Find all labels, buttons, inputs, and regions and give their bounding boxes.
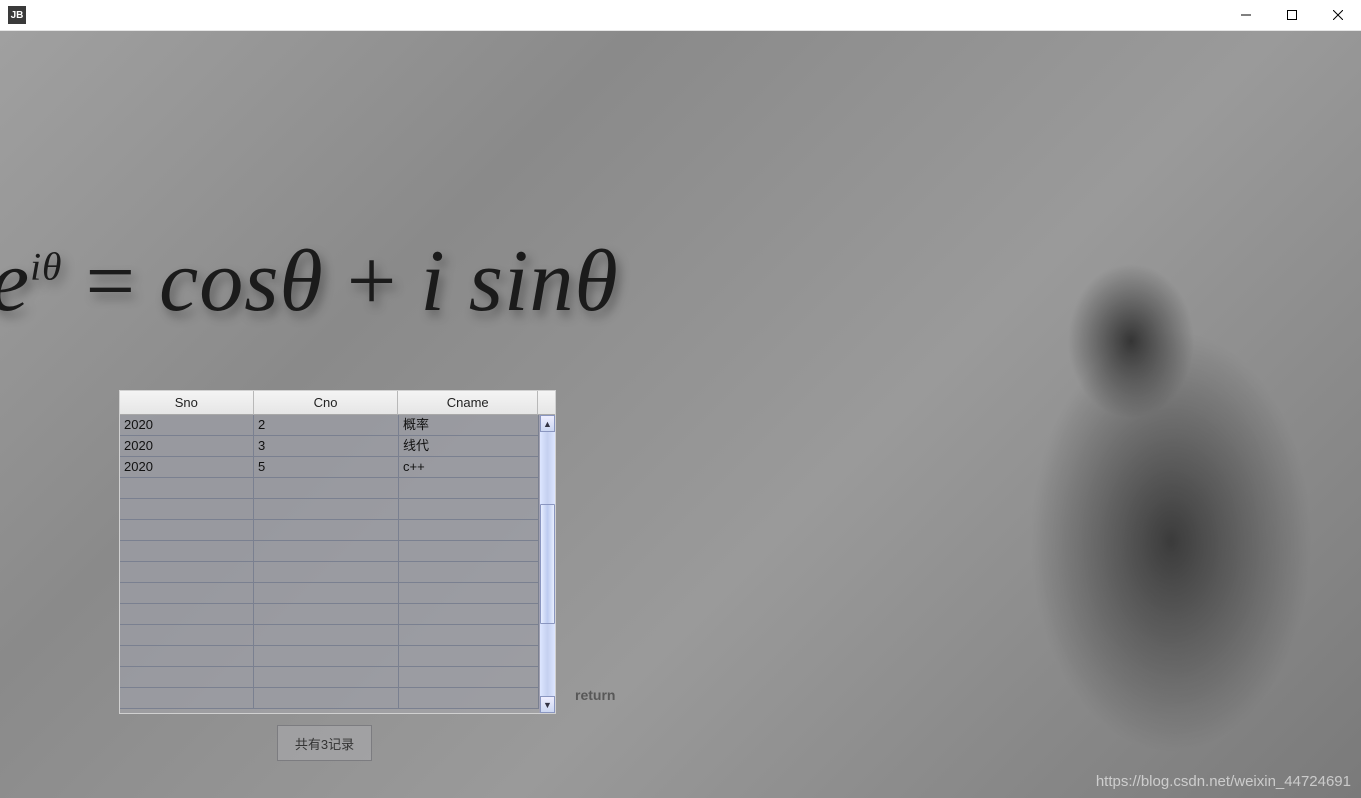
vertical-scrollbar[interactable]: ▲ ▼ [539, 415, 555, 713]
cell-cno[interactable] [254, 688, 399, 708]
table-row[interactable] [120, 667, 539, 688]
titlebar: JB [0, 0, 1361, 31]
table-row[interactable] [120, 688, 539, 709]
window-controls [1223, 0, 1361, 30]
cell-cno[interactable] [254, 562, 399, 582]
cell-cname[interactable]: 线代 [399, 436, 539, 456]
scroll-track[interactable] [540, 432, 555, 696]
cell-sno[interactable] [120, 667, 254, 687]
background-portrait [911, 61, 1361, 798]
cell-sno[interactable] [120, 520, 254, 540]
table-header-row: Sno Cno Cname [120, 391, 555, 415]
cell-cname[interactable] [399, 562, 539, 582]
content-area: eiθ = cosθ + i sinθ Sno Cno Cname 20202概… [0, 31, 1361, 798]
cell-cname[interactable] [399, 478, 539, 498]
minimize-button[interactable] [1223, 0, 1269, 30]
cell-sno[interactable] [120, 583, 254, 603]
cell-sno[interactable] [120, 604, 254, 624]
cell-cno[interactable]: 5 [254, 457, 399, 477]
cell-cname[interactable] [399, 541, 539, 561]
cell-cname[interactable] [399, 604, 539, 624]
cell-cno[interactable] [254, 667, 399, 687]
cell-sno[interactable] [120, 646, 254, 666]
cell-sno[interactable] [120, 499, 254, 519]
cell-cno[interactable] [254, 541, 399, 561]
cell-cno[interactable]: 3 [254, 436, 399, 456]
table-body: 20202概率20203线代20205c++ ▲ ▼ [120, 415, 555, 713]
table-row[interactable] [120, 646, 539, 667]
cell-sno[interactable] [120, 541, 254, 561]
background-formula: eiθ = cosθ + i sinθ [0, 231, 619, 332]
close-button[interactable] [1315, 0, 1361, 30]
table-row[interactable]: 20203线代 [120, 436, 539, 457]
data-table: Sno Cno Cname 20202概率20203线代20205c++ ▲ ▼ [119, 390, 556, 714]
column-header-sno[interactable]: Sno [120, 391, 254, 415]
cell-cname[interactable] [399, 625, 539, 645]
table-row[interactable] [120, 583, 539, 604]
table-row[interactable] [120, 520, 539, 541]
table-row[interactable] [120, 541, 539, 562]
cell-sno[interactable]: 2020 [120, 415, 254, 435]
cell-cno[interactable] [254, 478, 399, 498]
cell-cname[interactable] [399, 646, 539, 666]
cell-cname[interactable] [399, 499, 539, 519]
cell-cno[interactable] [254, 604, 399, 624]
app-icon: JB [8, 6, 26, 24]
return-button[interactable]: return [575, 687, 615, 703]
table-row[interactable] [120, 562, 539, 583]
cell-cno[interactable] [254, 499, 399, 519]
cell-cname[interactable] [399, 520, 539, 540]
cell-sno[interactable] [120, 688, 254, 708]
cell-sno[interactable]: 2020 [120, 457, 254, 477]
table-row[interactable]: 20205c++ [120, 457, 539, 478]
cell-sno[interactable] [120, 625, 254, 645]
scroll-up-button[interactable]: ▲ [540, 415, 555, 432]
scroll-gap [538, 391, 555, 415]
watermark: https://blog.csdn.net/weixin_44724691 [1096, 773, 1351, 790]
maximize-button[interactable] [1269, 0, 1315, 30]
table-row[interactable]: 20202概率 [120, 415, 539, 436]
cell-cname[interactable] [399, 688, 539, 708]
table-rows: 20202概率20203线代20205c++ [120, 415, 539, 713]
column-header-cno[interactable]: Cno [254, 391, 399, 415]
cell-cname[interactable]: 概率 [399, 415, 539, 435]
cell-cno[interactable] [254, 583, 399, 603]
cell-cno[interactable]: 2 [254, 415, 399, 435]
scroll-thumb[interactable] [540, 504, 555, 624]
table-row[interactable] [120, 499, 539, 520]
cell-sno[interactable]: 2020 [120, 436, 254, 456]
column-header-cname[interactable]: Cname [398, 391, 538, 415]
cell-cno[interactable] [254, 646, 399, 666]
scroll-down-button[interactable]: ▼ [540, 696, 555, 713]
record-count-box: 共有3记录 [277, 725, 372, 761]
cell-cname[interactable] [399, 583, 539, 603]
cell-cname[interactable] [399, 667, 539, 687]
table-row[interactable] [120, 625, 539, 646]
formula-exponent: iθ [30, 245, 62, 289]
cell-sno[interactable] [120, 562, 254, 582]
cell-cname[interactable]: c++ [399, 457, 539, 477]
table-row[interactable] [120, 478, 539, 499]
cell-cno[interactable] [254, 520, 399, 540]
cell-sno[interactable] [120, 478, 254, 498]
cell-cno[interactable] [254, 625, 399, 645]
table-row[interactable] [120, 604, 539, 625]
